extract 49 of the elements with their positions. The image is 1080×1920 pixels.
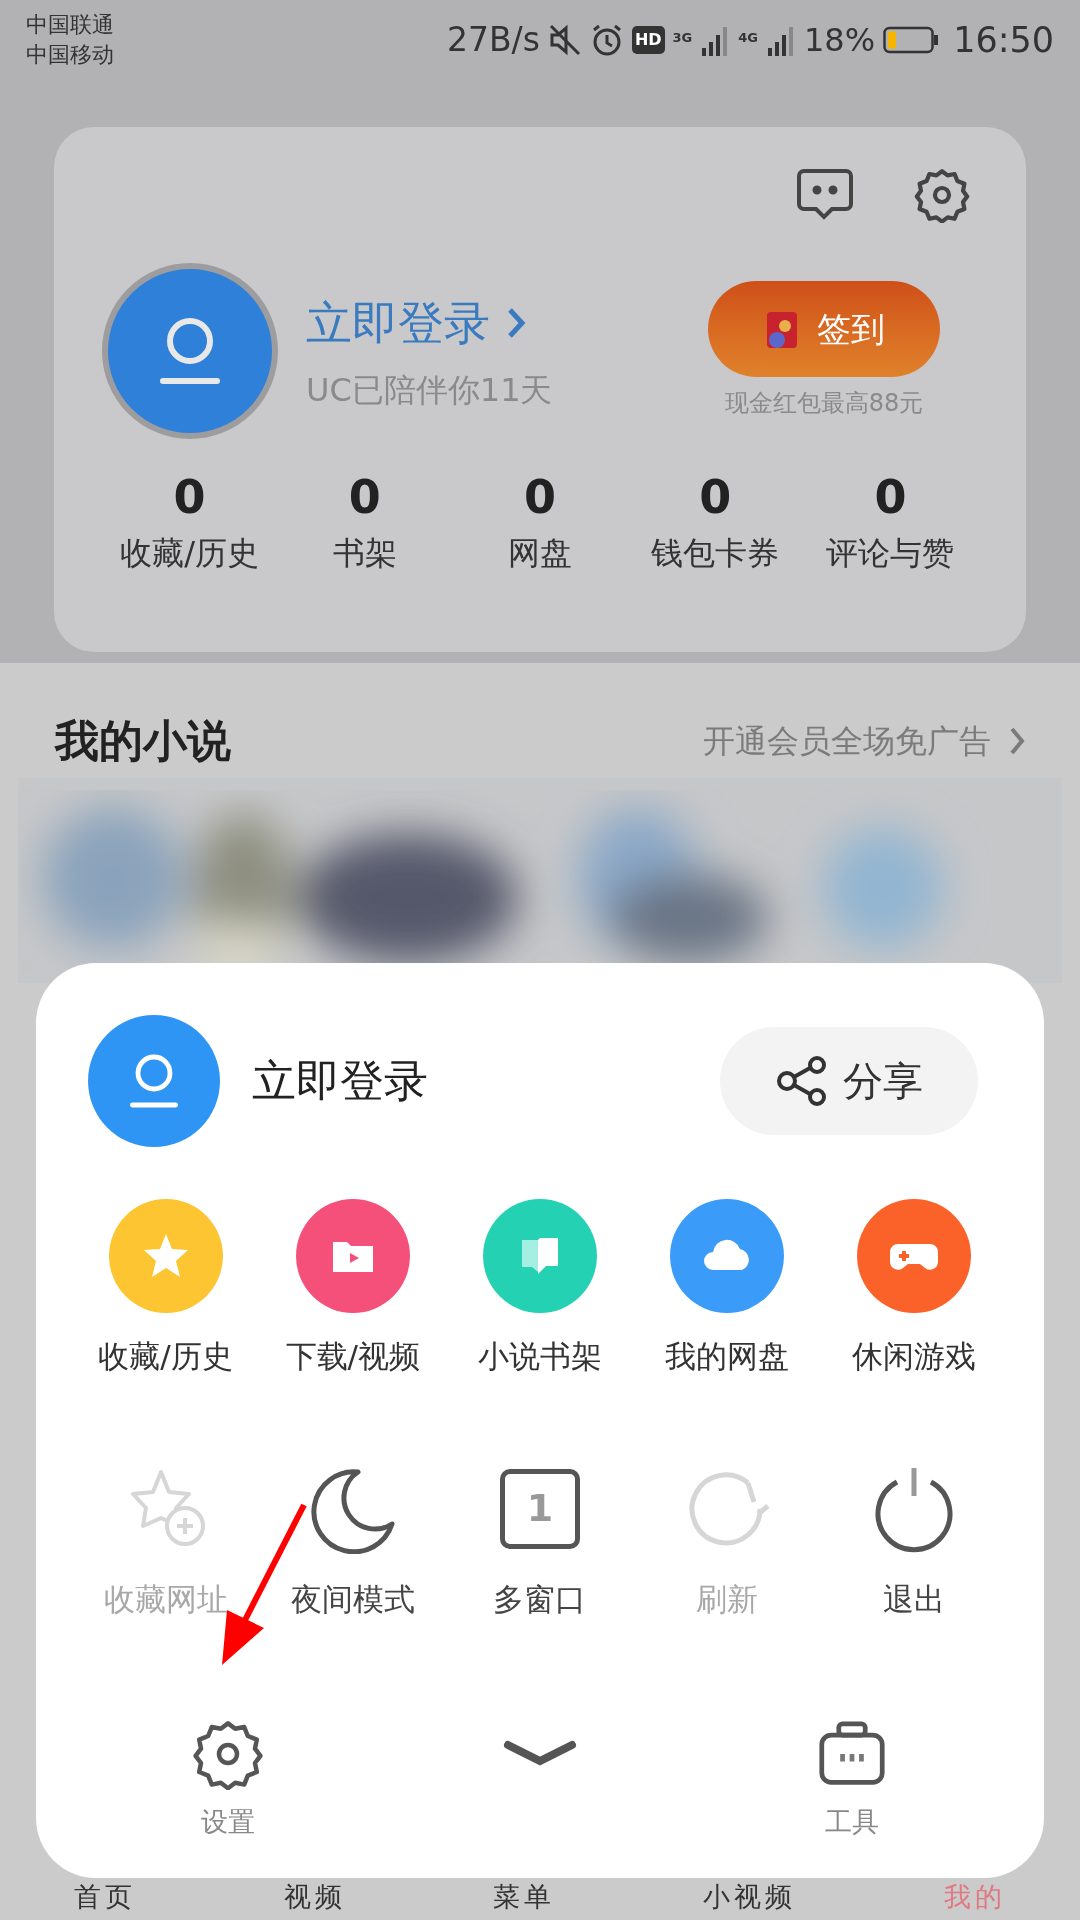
network-speed: 27B/s	[446, 19, 540, 62]
menu-item-label[interactable]: 小说书架	[478, 1333, 602, 1380]
hd-badge: HD	[631, 26, 665, 54]
menu-item-label[interactable]: 休闲游戏	[852, 1333, 977, 1380]
companion-days: UC已陪伴你11天	[306, 365, 553, 414]
chevron-right-icon	[506, 306, 526, 340]
menu-item-label[interactable]: 下载/视频	[285, 1333, 420, 1380]
stat-count: 0	[348, 469, 381, 525]
battery-icon	[883, 26, 940, 54]
menu-item-label[interactable]: 夜间模式	[290, 1575, 415, 1622]
carrier-name: 中国联通	[26, 11, 114, 39]
login-link[interactable]: 立即登录	[252, 1048, 428, 1114]
nav-tab[interactable]: 菜单	[493, 1880, 556, 1914]
chevron-right-icon	[1009, 726, 1025, 756]
clock-time: 16:50	[953, 18, 1054, 62]
menu-item-label[interactable]: 设置	[201, 1802, 255, 1843]
share-button[interactable]: 分享	[720, 1027, 978, 1135]
menu-item-label[interactable]: 退出	[883, 1575, 946, 1622]
stat-count: 0	[173, 469, 206, 525]
menu-item-label[interactable]: 多窗口	[493, 1575, 587, 1622]
stat-label: 网盘	[508, 533, 572, 574]
stat-count: 0	[874, 469, 907, 525]
network-type: 3G	[672, 28, 693, 47]
stat-count: 0	[699, 469, 732, 525]
settings-icon	[192, 1718, 264, 1790]
menu-item-label[interactable]: 工具	[825, 1802, 879, 1843]
stat-label: 评论与赞	[826, 533, 955, 574]
stat-count: 0	[524, 469, 556, 525]
stat-label: 收藏/历史	[120, 533, 259, 574]
check-in-note: 现金红包最高88元	[724, 388, 924, 419]
menu-item-label[interactable]: 收藏/历史	[98, 1333, 233, 1380]
nav-tab[interactable]: 小视频	[703, 1880, 797, 1914]
stat-label: 钱包卡券	[651, 533, 780, 574]
window-count-icon: 1	[500, 1468, 580, 1549]
settings-icon[interactable]	[914, 167, 970, 223]
toolbox-icon	[818, 1720, 886, 1788]
carrier-name: 中国移动	[26, 41, 114, 69]
section-title: 我的小说	[55, 714, 231, 768]
network-type: 4G	[738, 28, 758, 47]
signal-icon	[766, 24, 796, 56]
check-in-button[interactable]: 签到	[708, 281, 940, 377]
nav-tab[interactable]: 视频	[283, 1880, 346, 1914]
mute-icon	[547, 23, 582, 57]
stat-label: 书架	[332, 533, 397, 574]
chat-icon[interactable]	[796, 167, 854, 221]
menu-item-label[interactable]: 我的网盘	[665, 1333, 790, 1380]
share-icon	[775, 1056, 829, 1106]
battery-percent: 18%	[804, 20, 876, 61]
nav-tab[interactable]: 首页	[73, 1880, 136, 1914]
